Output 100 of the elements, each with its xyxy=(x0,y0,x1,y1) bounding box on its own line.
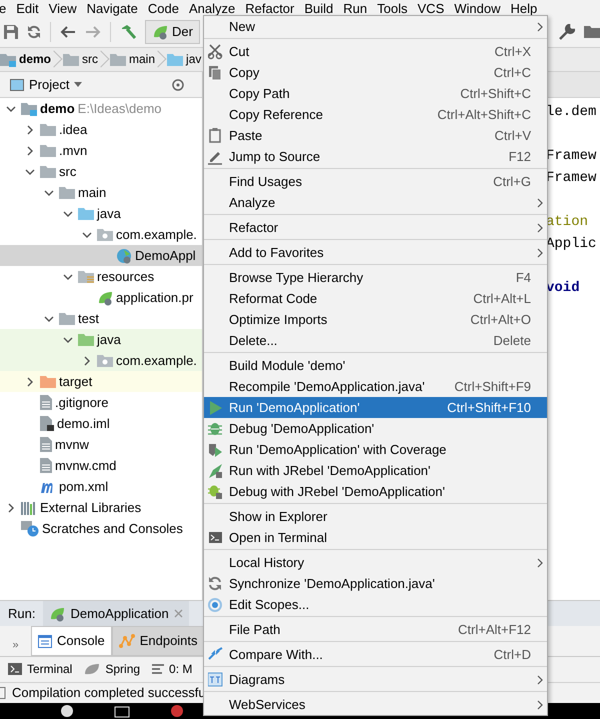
menu-item[interactable]: Analyze xyxy=(204,192,547,213)
back-arrow-icon[interactable] xyxy=(60,25,76,39)
run-tab[interactable]: DemoApplication xyxy=(43,601,189,626)
menu-item[interactable]: Add to Favorites xyxy=(204,242,547,263)
menu-item[interactable]: Build xyxy=(304,0,334,16)
breadcrumb[interactable]: demo xyxy=(0,48,60,71)
menu-item[interactable]: Run 'DemoApplication' Ctrl+Shift+F10 xyxy=(204,397,547,418)
menu-item[interactable]: Run with JRebel 'DemoApplication' xyxy=(204,460,547,481)
tree-item[interactable]: mvnw.cmd xyxy=(0,455,202,476)
tree-item[interactable]: .mvn xyxy=(0,140,202,161)
menu-item[interactable]: Local History xyxy=(204,552,547,573)
menu-item[interactable]: Compare With... Ctrl+D xyxy=(204,644,547,665)
tab[interactable]: Console xyxy=(31,626,112,656)
tree-item[interactable]: target xyxy=(0,371,202,392)
tree-item[interactable]: .gitignore xyxy=(0,392,202,413)
chevron-icon[interactable] xyxy=(63,208,73,218)
tree-item[interactable]: main xyxy=(0,182,202,203)
tree-item[interactable]: DemoAppl xyxy=(0,245,202,266)
tree-item[interactable]: com.example. xyxy=(0,224,202,245)
chevron-icon[interactable] xyxy=(63,334,73,344)
menu-item[interactable]: Debug 'DemoApplication' xyxy=(204,418,547,439)
tool-window-button[interactable]: Spring xyxy=(84,662,140,677)
tree-item[interactable]: com.example. xyxy=(0,350,202,371)
save-icon[interactable] xyxy=(4,25,18,39)
tree-item[interactable]: .idea xyxy=(0,119,202,140)
taskbar-icon[interactable] xyxy=(60,704,74,718)
tree-item[interactable]: application.pr xyxy=(0,287,202,308)
more-tabs[interactable]: » xyxy=(12,638,19,652)
menu-item[interactable]: Reformat Code Ctrl+Alt+L xyxy=(204,288,547,309)
tool-window-button[interactable]: Terminal xyxy=(8,662,72,677)
tool-window-button[interactable]: 0: M xyxy=(152,662,192,677)
menu-item[interactable]: Synchronize 'DemoApplication.java' xyxy=(204,573,547,594)
menu-item[interactable]: Diagrams xyxy=(204,669,547,690)
sync-icon[interactable] xyxy=(27,25,41,39)
tree-item[interactable]: demo E:\Ideas\demo xyxy=(0,98,202,119)
tree-item[interactable]: resources xyxy=(0,266,202,287)
menu-item[interactable]: New xyxy=(204,16,547,37)
chevron-icon[interactable] xyxy=(44,314,54,324)
menu-item[interactable]: Show in Explorer xyxy=(204,506,547,527)
chevron-icon[interactable] xyxy=(6,104,16,114)
tree-item[interactable]: java xyxy=(0,329,202,350)
tree-item[interactable]: test xyxy=(0,308,202,329)
menu-item[interactable]: Run xyxy=(343,0,368,16)
hammer-icon[interactable] xyxy=(120,24,136,40)
menu-item[interactable]: File Path Ctrl+Alt+F12 xyxy=(204,619,547,640)
menu-item[interactable]: Build Module 'demo' xyxy=(204,355,547,376)
shortcut: Ctrl+Shift+C xyxy=(460,86,532,102)
chevron-icon[interactable] xyxy=(82,356,92,366)
menu-item[interactable]: Jump to Source F12 xyxy=(204,146,547,167)
menu-item[interactable]: Analyze xyxy=(188,0,236,16)
menu-item[interactable]: Window xyxy=(454,0,500,16)
menu-item[interactable]: Browse Type Hierarchy F4 xyxy=(204,267,547,288)
tree-item[interactable]: Scratches and Consoles xyxy=(0,518,202,539)
panel-title[interactable]: Project xyxy=(29,76,70,92)
menu-item[interactable]: VCS xyxy=(418,0,444,16)
menu-item[interactable]: Optimize Imports Ctrl+Alt+O xyxy=(204,309,547,330)
chevron-icon[interactable] xyxy=(63,272,73,282)
chevron-icon[interactable] xyxy=(25,166,35,176)
breadcrumb[interactable]: src xyxy=(60,48,108,71)
menu-item[interactable]: Navigate xyxy=(86,0,138,16)
menu-item[interactable]: Copy Path Ctrl+Shift+C xyxy=(204,83,547,104)
menu-item[interactable]: Edit xyxy=(16,0,39,16)
menu-item[interactable]: Find Usages Ctrl+G xyxy=(204,171,547,192)
menu-item[interactable]: Help xyxy=(510,0,538,16)
crosshair-icon[interactable] xyxy=(171,78,185,92)
caret-icon[interactable] xyxy=(74,82,82,87)
menu-item[interactable]: Copy Reference Ctrl+Alt+Shift+C xyxy=(204,104,547,125)
menu-item[interactable]: Refactor xyxy=(204,217,547,238)
tree-item[interactable]: mvnw xyxy=(0,434,202,455)
menu-item[interactable]: Run 'DemoApplication' with Coverage xyxy=(204,439,547,460)
chevron-icon[interactable] xyxy=(82,230,92,240)
run-configuration-dropdown[interactable]: Der xyxy=(145,20,200,44)
taskbar-icon[interactable] xyxy=(114,704,130,718)
tree-item[interactable]: demo.iml xyxy=(0,413,202,434)
menu-item[interactable]: Code xyxy=(148,0,179,16)
chevron-icon[interactable] xyxy=(25,376,35,386)
shortcut: Ctrl+Alt+O xyxy=(470,312,532,328)
tree-item[interactable]: java xyxy=(0,203,202,224)
menu-item[interactable]: Tools xyxy=(377,0,408,16)
breadcrumb[interactable]: main xyxy=(107,48,164,71)
menu-item[interactable]: Refactor xyxy=(245,0,294,16)
chevron-icon[interactable] xyxy=(6,502,16,512)
tree-item[interactable]: External Libraries xyxy=(0,497,202,518)
tree-item[interactable]: pom.xml xyxy=(0,476,202,497)
tab[interactable]: Endpoints xyxy=(112,626,205,656)
menu-item[interactable]: WebServices xyxy=(204,694,547,715)
menu-item[interactable]: Delete... Delete xyxy=(204,330,547,351)
menu-item[interactable]: View xyxy=(48,0,77,16)
chevron-icon[interactable] xyxy=(44,188,54,198)
tree-item[interactable]: src xyxy=(0,161,202,182)
menu-item[interactable]: Paste Ctrl+V xyxy=(204,125,547,146)
chevron-icon[interactable] xyxy=(25,146,35,156)
menu-item[interactable]: Debug with JRebel 'DemoApplication' xyxy=(204,481,547,502)
folder-icon[interactable] xyxy=(584,25,600,39)
menu-item[interactable]: Cut Ctrl+X xyxy=(204,41,547,62)
menu-item[interactable]: Edit Scopes... xyxy=(204,594,547,615)
chevron-icon[interactable] xyxy=(25,124,35,134)
menu-item[interactable]: Open in Terminal xyxy=(204,527,547,548)
menu-item[interactable]: Recompile 'DemoApplication.java' Ctrl+Shift+F9 xyxy=(204,376,547,397)
wrench-icon[interactable] xyxy=(559,24,575,40)
